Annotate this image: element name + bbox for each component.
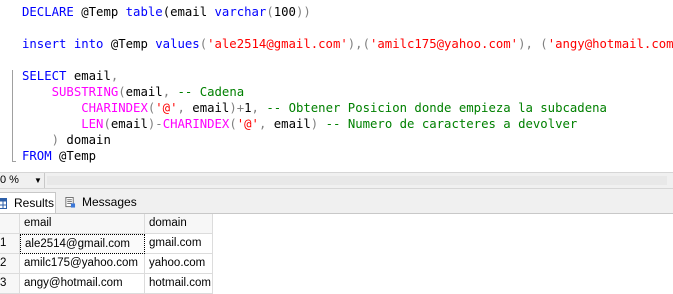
editor-status-strip: 0 % ▼ (0, 172, 673, 189)
code-token: values (155, 37, 200, 51)
code-token: 'angy@hotmail.com' (547, 37, 673, 51)
code-token: CHARINDEX (81, 101, 148, 115)
code-line[interactable]: DECLARE @Temp table(email varchar(100)) (22, 4, 311, 20)
horizontal-scrollbar[interactable] (47, 176, 667, 185)
code-token: ),( (347, 37, 370, 51)
code-line[interactable]: insert into @Temp values('ale2514@gmail.… (22, 36, 673, 52)
code-token: ( (103, 117, 111, 131)
code-token: '@' (155, 101, 178, 115)
code-token: FROM (22, 149, 52, 163)
outline-region-end (12, 161, 16, 162)
code-token: , (110, 69, 119, 83)
code-token: )) (295, 5, 311, 19)
outline-region-line (12, 70, 13, 162)
code-token: 100 (273, 5, 296, 19)
code-token: @Temp (103, 37, 156, 51)
code-token: -- Obtener Posicion donde empieza la sub… (258, 101, 607, 115)
code-token: ( (229, 117, 237, 131)
code-token: @Temp (73, 5, 126, 19)
code-token: 'amilc175@yahoo.com' (369, 37, 519, 51)
grid-icon (0, 198, 7, 209)
code-token: insert into (22, 37, 104, 51)
code-line[interactable]: FROM @Temp (22, 148, 96, 164)
tab-messages[interactable]: Messages (60, 192, 137, 213)
code-token: )- (147, 117, 163, 131)
grid-cell-email[interactable]: ale2514@gmail.com (20, 234, 145, 254)
grid-corner-cell[interactable] (0, 214, 20, 234)
code-token: ) (51, 133, 60, 147)
code-token: '@' (236, 117, 259, 131)
code-token: SELECT (22, 69, 67, 83)
code-token: email (110, 117, 148, 131)
code-token: 'ale2514@gmail.com' (207, 37, 348, 51)
code-token: email (125, 85, 163, 99)
messages-icon (65, 197, 76, 208)
results-grid[interactable]: email domain 1 ale2514@gmail.com gmail.c… (0, 214, 673, 294)
code-line[interactable]: SELECT email, (22, 68, 118, 84)
column-header-email[interactable]: email (20, 214, 145, 234)
code-token: table (125, 5, 163, 19)
code-token: ( (199, 37, 208, 51)
code-token: LEN (81, 117, 104, 131)
code-token: )+ (229, 101, 245, 115)
code-token: , (177, 101, 185, 115)
editor-margin (0, 0, 5, 172)
code-token: domain (59, 133, 111, 147)
grid-cell-domain[interactable]: yahoo.com (145, 254, 213, 274)
tab-results[interactable]: Results (0, 192, 56, 213)
query-editor[interactable]: DECLARE @Temp table(email varchar(100)) i… (0, 0, 673, 172)
code-token: ( (266, 5, 274, 19)
code-token: varchar (214, 5, 267, 19)
grid-cell-email[interactable]: amilc175@yahoo.com (20, 254, 145, 274)
code-token: email (66, 69, 111, 83)
tab-messages-label: Messages (82, 195, 137, 209)
column-header-domain[interactable]: domain (145, 214, 213, 234)
row-number[interactable]: 2 (0, 254, 20, 274)
code-token: -- Cadena (170, 85, 245, 99)
tab-results-label: Results (14, 196, 55, 210)
zoom-dropdown[interactable]: 0 % ▼ (0, 173, 45, 188)
code-token: email (184, 101, 230, 115)
code-token: SUBSTRING (51, 85, 119, 99)
chevron-down-icon: ▼ (34, 176, 42, 185)
code-token: email (266, 117, 311, 131)
code-token: 1 (244, 101, 252, 115)
code-token: @Temp (51, 149, 97, 163)
code-token: , (251, 101, 259, 115)
code-token: ( (118, 85, 126, 99)
grid-cell-email[interactable]: angy@hotmail.com (20, 274, 145, 294)
code-line[interactable]: ) domain (22, 132, 111, 148)
code-token: -- Numero de caracteres a devolver (318, 117, 578, 131)
grid-cell-domain[interactable]: hotmail.com (145, 274, 213, 294)
code-token: CHARINDEX (162, 117, 230, 131)
code-token: (email (162, 5, 215, 19)
code-token: , (162, 85, 171, 99)
code-line[interactable]: SUBSTRING(email, -- Cadena (22, 84, 245, 100)
results-tab-strip: Results Messages (0, 189, 673, 214)
code-token: ), ( (518, 37, 548, 51)
code-line[interactable]: CHARINDEX('@', email)+1, -- Obtener Posi… (22, 100, 607, 116)
code-token: DECLARE (22, 5, 74, 19)
zoom-value: 0 % (0, 174, 19, 186)
row-number[interactable]: 1 (0, 234, 20, 254)
row-number[interactable]: 3 (0, 274, 20, 294)
grid-cell-domain[interactable]: gmail.com (145, 234, 213, 254)
code-line[interactable]: LEN(email)-CHARINDEX('@', email) -- Nume… (22, 116, 577, 132)
